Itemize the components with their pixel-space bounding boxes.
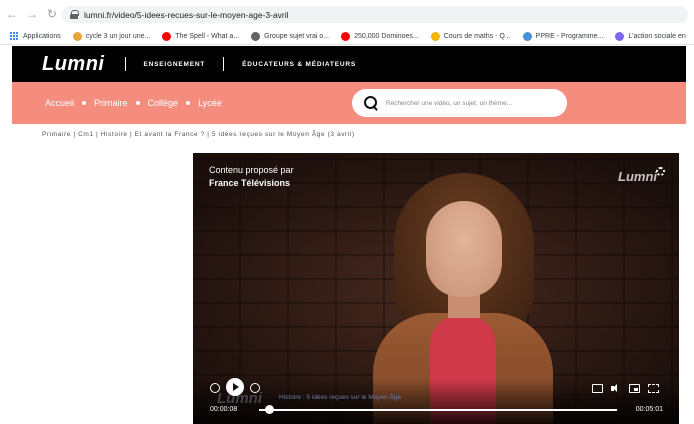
forward-arrow-icon[interactable]: → <box>24 6 40 22</box>
back-arrow-icon[interactable]: ← <box>4 6 20 22</box>
bookmark-icon <box>430 31 440 41</box>
address-bar[interactable]: lumni.fr/video/5-idees-recues-sur-le-moy… <box>62 6 688 23</box>
main-nav: Accueil Primaire Collège Lycée Recherche… <box>12 82 686 124</box>
url-text: lumni.fr/video/5-idees-recues-sur-le-moy… <box>84 9 289 20</box>
breadcrumb[interactable]: Primaire | Cm1 | Histoire | Et avant la … <box>42 131 355 138</box>
bookmarks-bar: Applications cycle 3 un jour une... The Sp… <box>0 28 694 45</box>
nav-accueil[interactable]: Accueil <box>45 98 74 108</box>
total-time: 00:05:01 <box>635 406 663 413</box>
nav-college[interactable]: Collège <box>148 98 179 108</box>
nav-primaire[interactable]: Primaire <box>94 98 128 108</box>
nav-lycee[interactable]: Lycée <box>198 98 222 108</box>
bookmark-label: PPRE - Programme... <box>535 32 604 40</box>
video-title: Histoire : 5 idées reçues sur le Moyen Â… <box>279 394 402 401</box>
globe-icon <box>251 31 261 41</box>
lock-icon <box>70 10 79 19</box>
settings-icon[interactable] <box>656 167 665 176</box>
bookmark-item[interactable]: 250,000 Dominoes... <box>341 31 419 41</box>
site-header: Lumni ENSEIGNEMENT ÉDUCATEURS & MÉDIATEU… <box>12 46 686 82</box>
progress-handle[interactable] <box>264 405 274 414</box>
bookmark-item[interactable]: Cours de maths - Q... <box>430 31 511 41</box>
bookmark-item[interactable]: L'action sociale en <box>615 31 686 41</box>
content-credit-provider: France Télévisions <box>209 178 291 188</box>
bookmark-label: Applications <box>23 32 61 40</box>
bookmark-item[interactable]: PPRE - Programme... <box>522 31 604 41</box>
progress-bar[interactable] <box>259 405 617 414</box>
bookmark-label: Groupe sujet vrai o... <box>264 32 330 40</box>
player-controls <box>193 379 679 424</box>
search-input[interactable]: Rechercher une vidéo, un sujet, un thème… <box>352 89 567 117</box>
search-icon[interactable] <box>364 96 378 110</box>
play-button[interactable] <box>226 378 244 396</box>
nav-dot <box>135 101 140 105</box>
bookmark-item[interactable]: Groupe sujet vrai o... <box>251 31 330 41</box>
lumni-logo[interactable]: Lumni <box>42 53 105 76</box>
volume-icon[interactable] <box>611 384 621 393</box>
bookmark-icon <box>522 31 532 41</box>
content-credit-label: Contenu proposé par <box>209 165 294 175</box>
youtube-icon <box>341 31 351 41</box>
nav-dot <box>82 101 87 105</box>
bookmark-label: The Spell - What a... <box>175 32 240 40</box>
video-player[interactable]: Contenu proposé par France Télévisions L… <box>193 153 679 424</box>
chrome-icon <box>72 31 82 41</box>
youtube-icon <box>162 31 172 41</box>
apps-grid-icon <box>10 31 19 41</box>
bookmark-item[interactable]: The Spell - What a... <box>162 31 240 41</box>
nav-dot <box>186 101 191 105</box>
lumni-watermark: Lumni <box>618 169 657 184</box>
rewind-icon[interactable] <box>210 383 220 393</box>
link-enseignement[interactable]: ENSEIGNEMENT <box>144 61 206 68</box>
bookmark-item[interactable]: Applications <box>10 31 61 41</box>
search-placeholder: Rechercher une vidéo, un sujet, un thème… <box>386 99 513 107</box>
elapsed-time: 00:00:08 <box>210 406 238 413</box>
bookmark-label: 250,000 Dominoes... <box>354 32 419 40</box>
link-educateurs[interactable]: ÉDUCATEURS & MÉDIATEURS <box>242 61 356 68</box>
subtitles-icon[interactable] <box>592 384 603 393</box>
forward-icon[interactable] <box>250 383 260 393</box>
browser-toolbar: ← → ↻ lumni.fr/video/5-idees-recues-sur-… <box>0 0 694 28</box>
bookmark-item[interactable]: cycle 3 un jour une... <box>72 31 151 41</box>
bookmark-icon <box>615 31 625 41</box>
bookmark-label: Cours de maths - Q... <box>443 32 511 40</box>
header-divider <box>124 57 126 71</box>
bookmark-label: cycle 3 un jour une... <box>85 32 151 40</box>
header-divider <box>223 57 225 71</box>
bookmark-label: L'action sociale en <box>628 32 686 40</box>
reload-icon[interactable]: ↻ <box>44 6 60 22</box>
fullscreen-icon[interactable] <box>648 384 659 393</box>
picture-in-picture-icon[interactable] <box>629 384 640 393</box>
